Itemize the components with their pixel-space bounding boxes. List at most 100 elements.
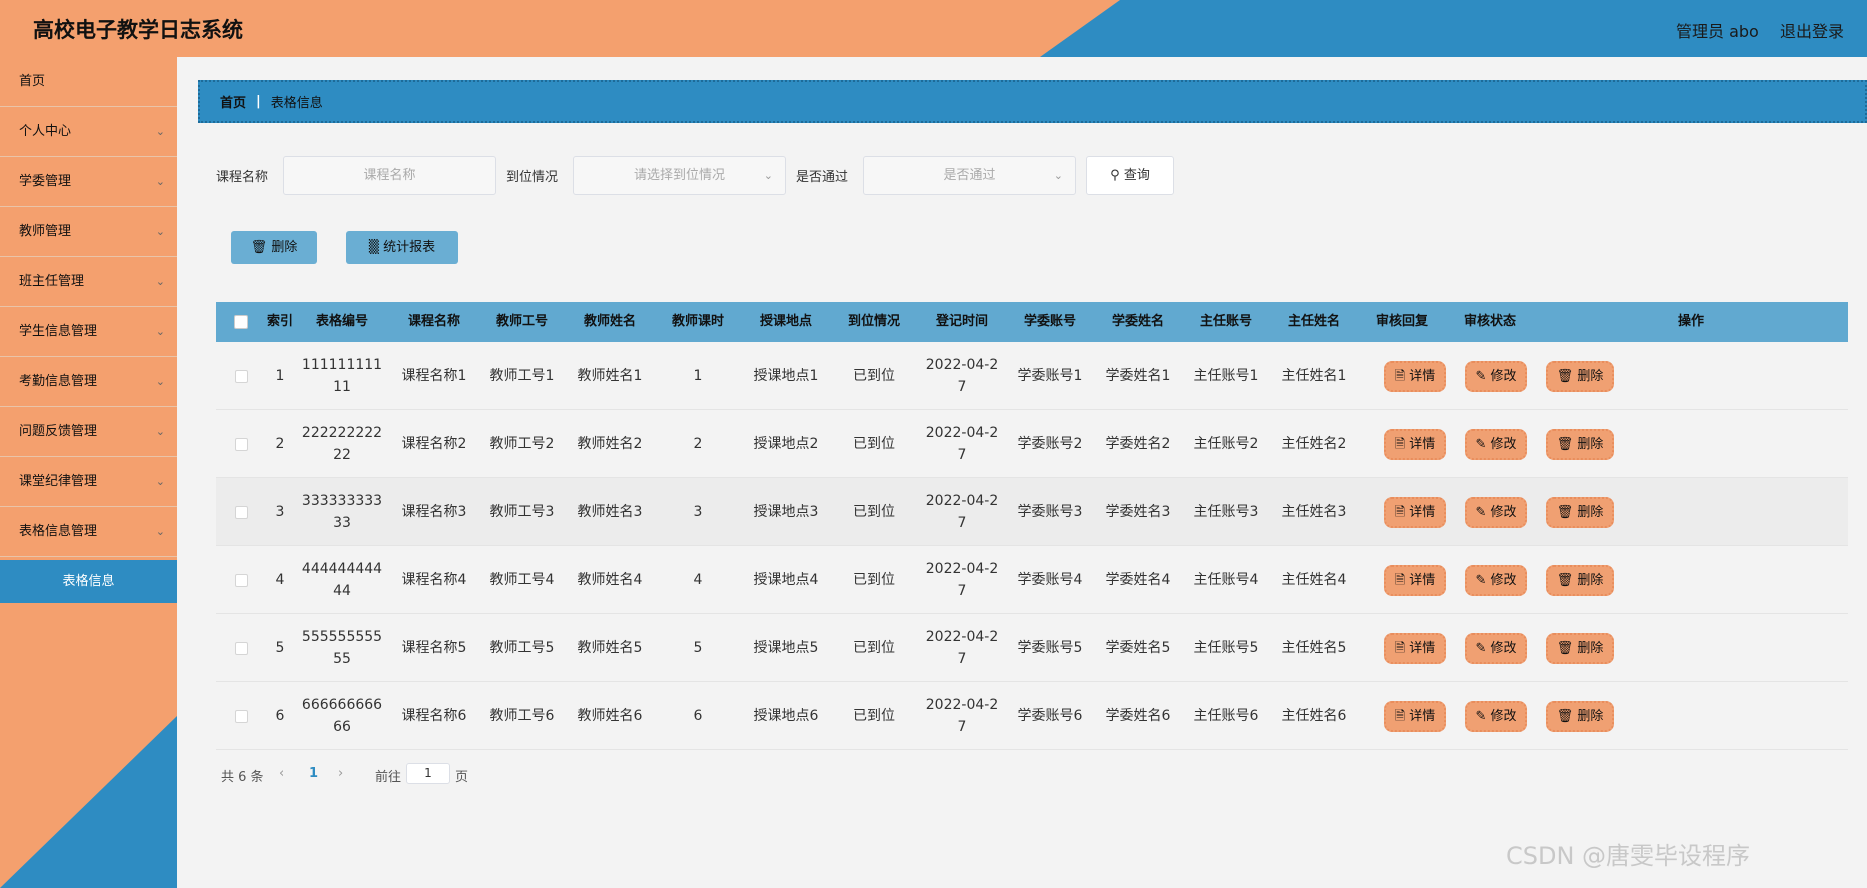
cell-table-code: 555555555 55 xyxy=(294,614,390,682)
trash-icon: 🗑 xyxy=(1556,573,1578,588)
edit-button[interactable]: ✎ 修改 xyxy=(1465,497,1527,528)
cell-teacher-hours: 6 xyxy=(693,708,703,724)
cell-director-name: 主任姓名6 xyxy=(1281,708,1347,724)
cell-register-time: 2022-04-2 7 xyxy=(918,342,1006,410)
cell-teacher-id: 教师工号4 xyxy=(489,572,555,588)
table-row[interactable]: 5 555555555 55 课程名称5 教师工号5 教师姓名5 5 授课地点5 已到位 2022… xyxy=(216,614,1848,682)
cell-register-time: 2022-04-2 7 xyxy=(918,682,1006,750)
sidebar-item-label: 学委管理 xyxy=(19,174,72,189)
cell-register-time-line: 2022-04-2 xyxy=(925,697,999,713)
cell-register-time: 2022-04-2 7 xyxy=(918,478,1006,546)
sidebar-item[interactable]: 首页 xyxy=(0,57,177,107)
cell-place: 授课地点3 xyxy=(753,504,819,520)
row-checkbox[interactable] xyxy=(234,437,248,451)
select-all-checkbox[interactable] xyxy=(234,315,248,329)
delete-button[interactable]: 🗑 删除 xyxy=(1546,633,1614,664)
delete-button[interactable]: 🗑 删除 xyxy=(1546,701,1614,732)
edit-button[interactable]: ✎ 修改 xyxy=(1465,633,1527,664)
logout-link[interactable]: 退出登录 xyxy=(1780,18,1844,42)
detail-button[interactable]: 🗎 详情 xyxy=(1384,361,1446,392)
cell-teacher-name: 教师姓名4 xyxy=(577,572,643,588)
pencil-icon: ✎ xyxy=(1475,709,1491,724)
batch-delete-button[interactable]: 🗑 删除 xyxy=(231,231,317,264)
sidebar-item-label: 考勤信息管理 xyxy=(19,374,98,389)
cell-place: 授课地点4 xyxy=(753,572,819,588)
sidebar-subitem-table-info[interactable]: 表格信息 xyxy=(0,560,177,603)
cell-committee-account: 学委账号2 xyxy=(1017,436,1083,452)
cell-table-code-lines: 666666666 66 xyxy=(302,694,382,738)
cell-register-time-line: 7 xyxy=(957,515,967,531)
table-row[interactable]: 6 666666666 66 课程名称6 教师工号6 教师姓名6 6 授课地点6 已到位 2022… xyxy=(216,682,1848,750)
cell-committee-name: 学委姓名6 xyxy=(1105,708,1171,724)
sidebar-item[interactable]: 学委管理 ⌄ xyxy=(0,157,177,207)
edit-button-label: 修改 xyxy=(1490,709,1517,724)
goto-page-input[interactable]: 1 xyxy=(406,763,450,784)
edit-button[interactable]: ✎ 修改 xyxy=(1465,361,1527,392)
row-checkbox[interactable] xyxy=(234,641,248,655)
breadcrumb-home[interactable]: 首页 xyxy=(220,92,246,111)
detail-button[interactable]: 🗎 详情 xyxy=(1384,497,1446,528)
cell-place: 授课地点1 xyxy=(753,368,819,384)
edit-button[interactable]: ✎ 修改 xyxy=(1465,429,1527,460)
delete-button[interactable]: 🗑 删除 xyxy=(1546,429,1614,460)
trash-icon: 🗑 xyxy=(1556,437,1578,452)
sidebar-item[interactable]: 学生信息管理 ⌄ xyxy=(0,307,177,357)
query-button-label: 查询 xyxy=(1123,168,1150,183)
delete-button[interactable]: 🗑 删除 xyxy=(1546,565,1614,596)
table-row[interactable]: 1 111111111 11 课程名称1 教师工号1 教师姓名1 1 授课地点1 已到位 2022… xyxy=(216,342,1848,410)
cell-register-time: 2022-04-2 7 xyxy=(918,614,1006,682)
table-row[interactable]: 2 222222222 22 课程名称2 教师工号2 教师姓名2 2 授课地点2 已到位 2022… xyxy=(216,410,1848,478)
next-page-icon[interactable]: › xyxy=(338,766,343,781)
sidebar-item[interactable]: 教师管理 ⌄ xyxy=(0,207,177,257)
cell-index: 3 xyxy=(275,504,285,520)
cell-committee-name: 学委姓名2 xyxy=(1105,436,1171,452)
row-checkbox[interactable] xyxy=(234,573,248,587)
sidebar-item[interactable]: 个人中心 ⌄ xyxy=(0,107,177,157)
cell-index: 6 xyxy=(275,708,285,724)
statistics-report-button[interactable]: ▒ 统计报表 xyxy=(346,231,458,264)
sidebar-item[interactable]: 表格信息管理 ⌄ xyxy=(0,507,177,557)
row-checkbox[interactable] xyxy=(234,505,248,519)
pass-select[interactable]: 是否通过 ⌄ xyxy=(863,156,1076,195)
detail-button[interactable]: 🗎 详情 xyxy=(1384,565,1446,596)
sidebar-item[interactable]: 课堂纪律管理 ⌄ xyxy=(0,457,177,507)
table-row[interactable]: 4 444444444 44 课程名称4 教师工号4 教师姓名4 4 授课地点4 已到位 2022… xyxy=(216,546,1848,614)
cell-index: 5 xyxy=(275,640,285,656)
detail-button[interactable]: 🗎 详情 xyxy=(1384,429,1446,460)
cell-register-time-line: 7 xyxy=(957,719,967,735)
edit-button[interactable]: ✎ 修改 xyxy=(1465,565,1527,596)
cell-register-time-lines: 2022-04-2 7 xyxy=(926,490,998,534)
sidebar-item[interactable]: 问题反馈管理 ⌄ xyxy=(0,407,177,457)
sidebar-item[interactable]: 考勤信息管理 ⌄ xyxy=(0,357,177,407)
query-button[interactable]: ⚲ 查询 xyxy=(1086,156,1174,195)
attendance-select[interactable]: 请选择到位情况 ⌄ xyxy=(573,156,786,195)
trash-icon: 🗑 xyxy=(250,240,268,255)
detail-button[interactable]: 🗎 详情 xyxy=(1384,633,1446,664)
sidebar-item-label: 首页 xyxy=(19,74,46,89)
cell-course-name: 课程名称1 xyxy=(401,368,467,384)
sidebar-item[interactable]: 班主任管理 ⌄ xyxy=(0,257,177,307)
cell-attendance: 已到位 xyxy=(853,708,895,724)
cell-attendance: 已到位 xyxy=(853,368,895,384)
pencil-icon: ✎ xyxy=(1475,369,1491,384)
row-checkbox[interactable] xyxy=(234,709,248,723)
app-title: 高校电子教学日志系统 xyxy=(33,18,243,42)
cell-attendance: 已到位 xyxy=(853,572,895,588)
row-checkbox[interactable] xyxy=(234,369,248,383)
table-row[interactable]: 3 333333333 33 课程名称3 教师工号3 教师姓名3 3 授课地点3 已到位 2022… xyxy=(216,478,1848,546)
delete-button[interactable]: 🗑 删除 xyxy=(1546,361,1614,392)
cell-teacher-id: 教师工号1 xyxy=(489,368,555,384)
edit-button[interactable]: ✎ 修改 xyxy=(1465,701,1527,732)
sidebar-item-label: 教师管理 xyxy=(19,224,72,239)
cell-committee-account: 学委账号6 xyxy=(1017,708,1083,724)
th-place: 授课地点 xyxy=(759,314,812,329)
page-number-current[interactable]: 1 xyxy=(309,766,318,781)
course-name-input[interactable]: 课程名称 xyxy=(283,156,496,195)
detail-button-label: 详情 xyxy=(1409,709,1436,724)
cell-teacher-name: 教师姓名6 xyxy=(577,708,643,724)
delete-button[interactable]: 🗑 删除 xyxy=(1546,497,1614,528)
prev-page-icon[interactable]: ‹ xyxy=(279,766,284,781)
detail-button[interactable]: 🗎 详情 xyxy=(1384,701,1446,732)
detail-button-label: 详情 xyxy=(1409,437,1436,452)
chevron-down-icon: ⌄ xyxy=(155,125,165,138)
